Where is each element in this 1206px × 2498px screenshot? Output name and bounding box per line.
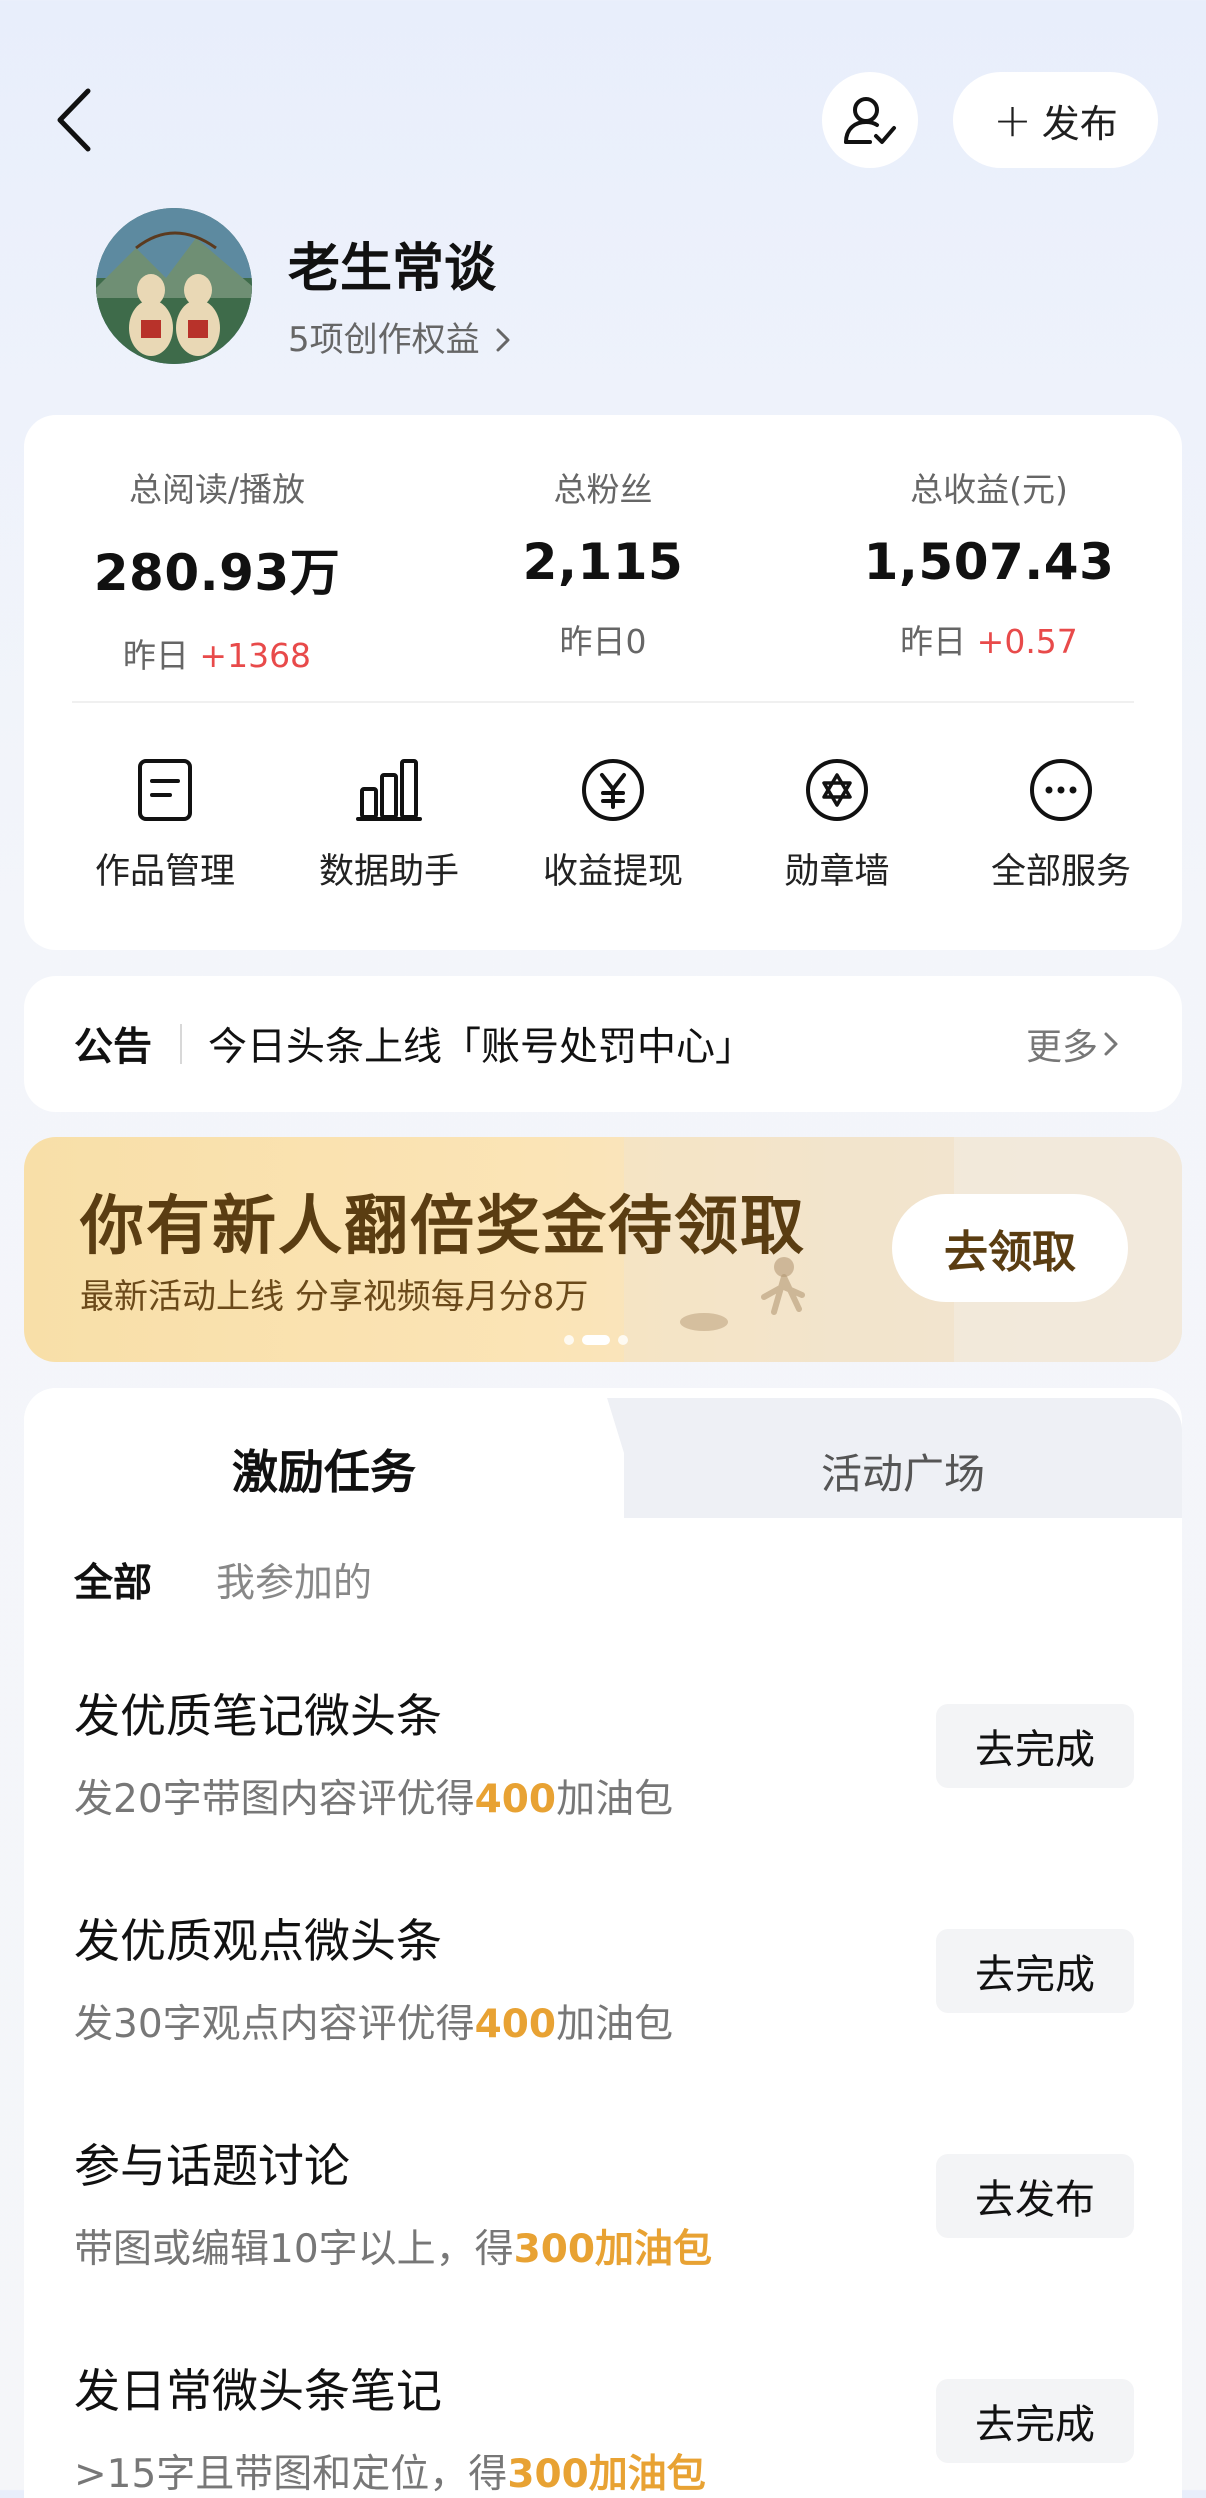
bar-chart-icon [356, 759, 422, 821]
plus-icon: + [993, 93, 1032, 147]
creator-rights-label: 5项创作权益 [288, 320, 480, 360]
stat-value: 280.93万 [93, 544, 341, 602]
tab-activity-square[interactable]: 活动广场 [624, 1440, 1182, 1500]
task-action-button[interactable]: 去发布 [936, 2154, 1134, 2238]
more-icon [1030, 759, 1092, 821]
stat-income[interactable]: 总收益(元) 1,507.43 昨日 +0.57 [796, 463, 1182, 663]
carousel-dot [564, 1335, 574, 1345]
back-button[interactable] [44, 80, 104, 160]
tool-label: 数据助手 [318, 852, 459, 892]
tool-label: 收益提现 [542, 852, 683, 892]
stat-label: 总粉丝 [553, 470, 653, 509]
filter-all[interactable]: 全部 [74, 1552, 152, 1608]
stat-reads[interactable]: 总阅读/播放 280.93万 昨日 +1368 [24, 463, 410, 677]
tool-medal-wall[interactable]: 勋章墙 [725, 755, 949, 894]
chevron-left-icon [57, 88, 91, 152]
task-action-button[interactable]: 去完成 [936, 2379, 1134, 2463]
stat-label: 总阅读/播放 [128, 470, 306, 509]
carousel-indicator [564, 1335, 628, 1345]
stat-fans[interactable]: 总粉丝 2,115 昨日0 [410, 463, 796, 663]
task-item: 发优质观点微头条 发30字观点内容评优得400加油包 去完成 [74, 1905, 1134, 2055]
stat-delta: 昨日 +1368 [122, 636, 312, 675]
tool-all-services[interactable]: 全部服务 [949, 755, 1173, 894]
creator-rights-link[interactable]: 5项创作权益 [288, 312, 512, 361]
user-follow-button[interactable] [822, 72, 918, 168]
stat-value: 2,115 [522, 533, 684, 591]
username: 老生常谈 [288, 239, 497, 299]
carousel-dot [618, 1335, 628, 1345]
tool-works-management[interactable]: 作品管理 [53, 755, 277, 894]
banner-subtitle: 最新活动上线 分享视频每月分8万 [80, 1277, 589, 1317]
announcement-tag: 公告 [74, 1025, 153, 1070]
announcement-more-link[interactable]: 更多 [1026, 1018, 1120, 1070]
publish-button[interactable]: + 发布 [953, 72, 1158, 168]
announcement-text[interactable]: 今日头条上线「账号处罚中心」 [208, 1016, 754, 1072]
task-item: 发优质笔记微头条 发20字带图内容评优得400加油包 去完成 [74, 1680, 1134, 1830]
tool-data-assistant[interactable]: 数据助手 [277, 755, 501, 894]
medal-icon [806, 759, 868, 821]
publish-label: 发布 [1041, 101, 1118, 146]
divider [72, 701, 1134, 703]
task-action-button[interactable]: 去完成 [936, 1929, 1134, 2013]
tab-incentive-tasks[interactable]: 激励任务 [24, 1436, 624, 1502]
banner-title: 你有新人翻倍奖金待领取 [80, 1190, 806, 1264]
tool-label: 作品管理 [94, 852, 235, 892]
more-label: 更多 [1026, 1027, 1099, 1068]
tool-label: 全部服务 [990, 852, 1131, 892]
carousel-dot-active [582, 1335, 610, 1345]
avatar[interactable] [96, 208, 252, 364]
task-item: 参与话题讨论 带图或编辑10字以上，得300加油包 去发布 [74, 2130, 1134, 2280]
chevron-right-icon [496, 328, 510, 352]
document-icon [138, 759, 192, 821]
stat-delta: 昨日 +0.57 [900, 622, 1078, 661]
user-check-icon [844, 97, 896, 144]
announcement-bar[interactable]: 公告 今日头条上线「账号处罚中心」 更多 [24, 976, 1182, 1112]
stat-delta: 昨日0 [559, 622, 647, 661]
stats-card: 总阅读/播放 280.93万 昨日 +1368 总粉丝 2,115 昨日0 总收… [24, 415, 1182, 950]
stat-label: 总收益(元) [910, 470, 1068, 509]
stat-value: 1,507.43 [863, 533, 1115, 591]
tasks-panel: 激励任务 活动广场 全部 我参加的 发优质笔记微头条 发20字带图内容评优得40… [24, 1388, 1182, 2498]
task-item: 发日常微头条笔记 >15字且带图和定位，得300加油包 去完成 [74, 2355, 1134, 2498]
tool-label: 勋章墙 [784, 852, 890, 892]
chevron-right-icon [1104, 1032, 1118, 1056]
tool-withdraw[interactable]: 收益提现 [501, 755, 725, 894]
divider [180, 1024, 182, 1064]
claim-button[interactable]: 去领取 [892, 1194, 1128, 1302]
avatar-image [96, 208, 252, 364]
task-action-button[interactable]: 去完成 [936, 1704, 1134, 1788]
filter-joined[interactable]: 我参加的 [216, 1552, 372, 1608]
yuan-icon [582, 759, 644, 821]
promo-banner[interactable]: 你有新人翻倍奖金待领取 最新活动上线 分享视频每月分8万 去领取 [24, 1137, 1182, 1362]
